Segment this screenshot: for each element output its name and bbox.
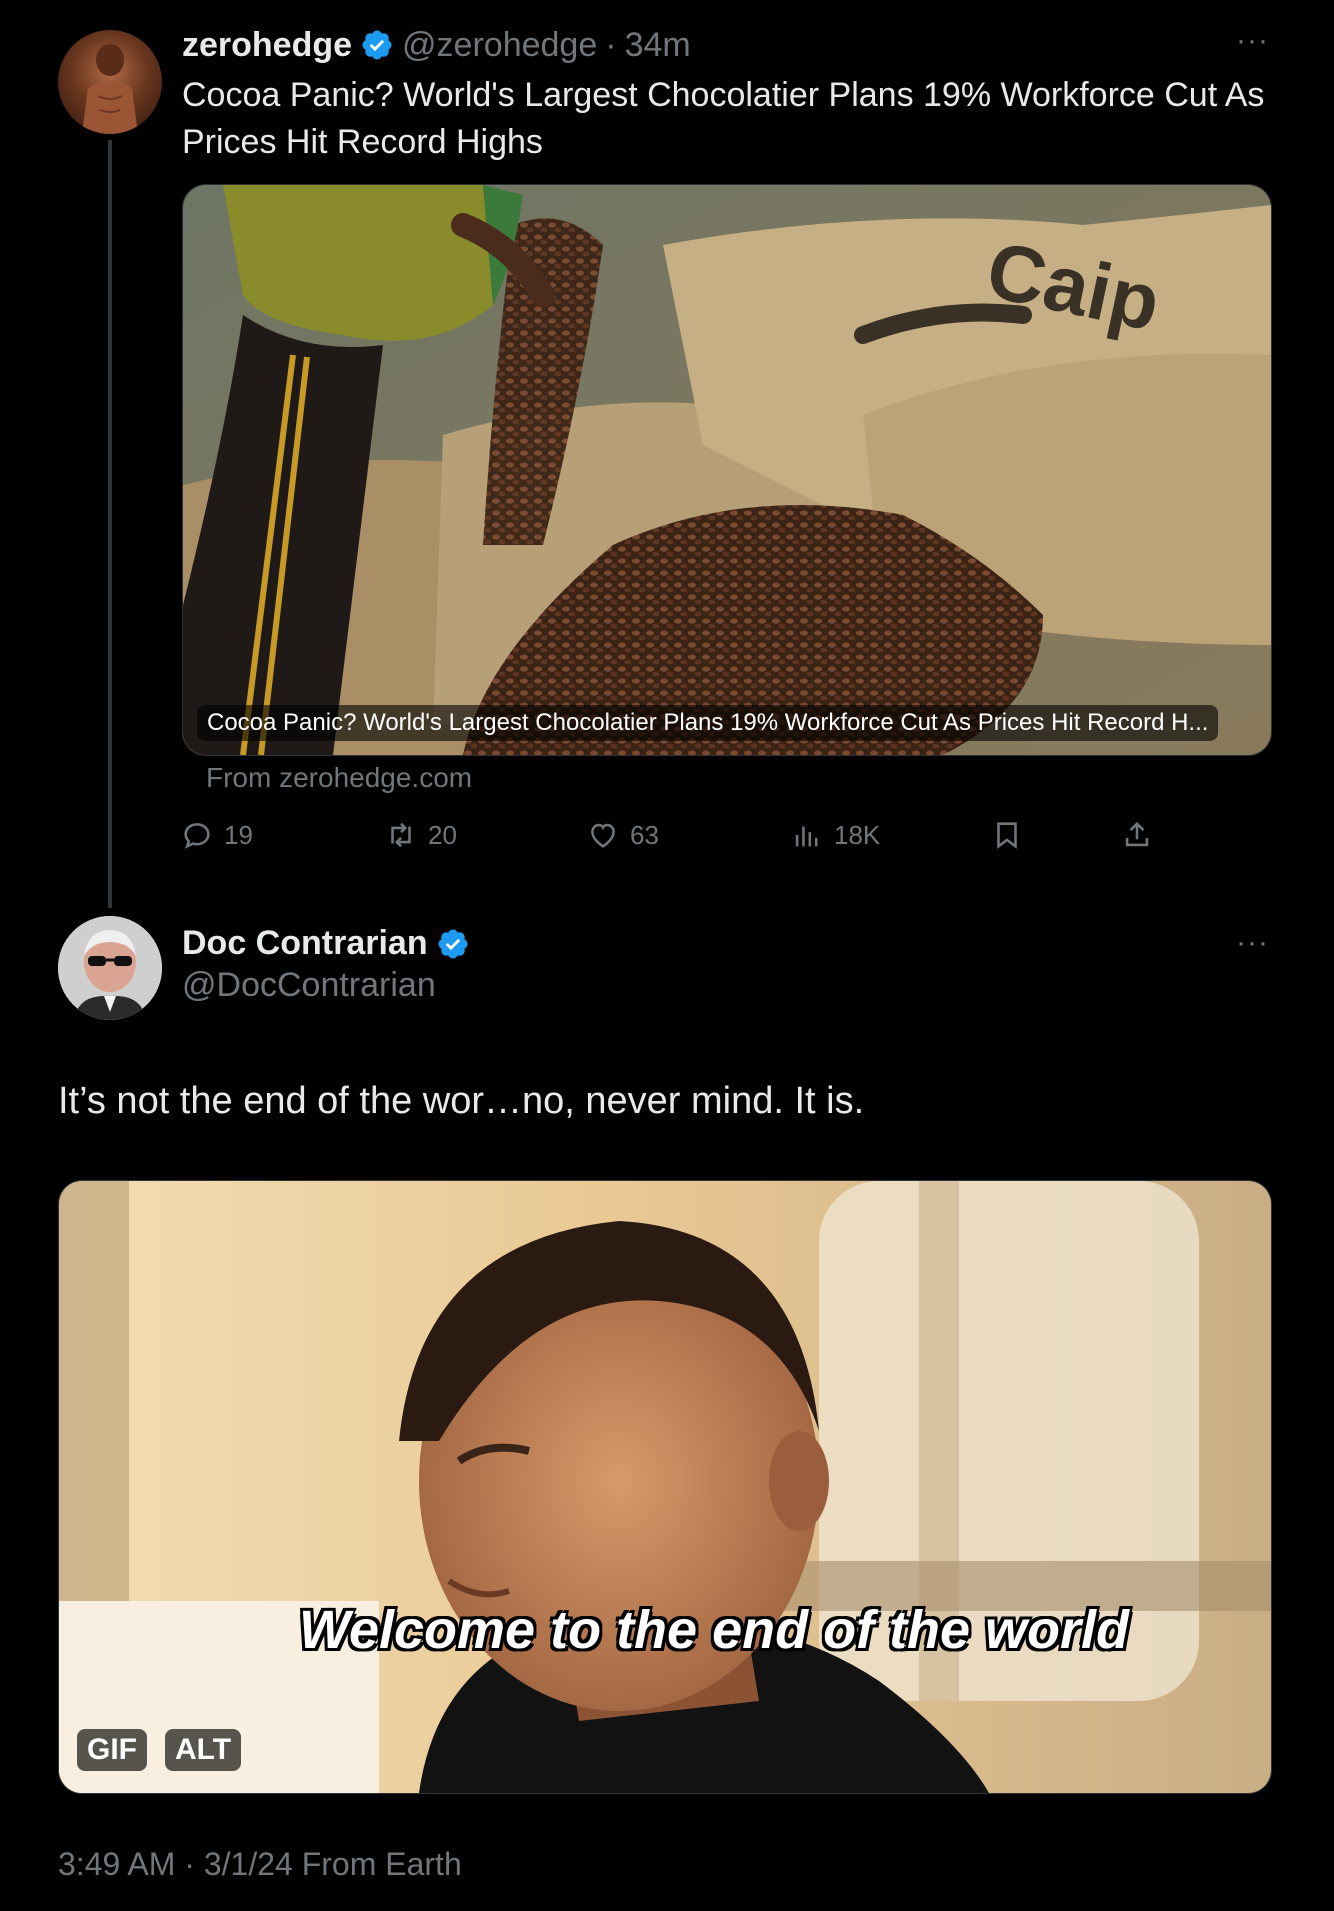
post-timestamp[interactable]: 3:49 AM · 3/1/24 From Earth: [58, 1846, 462, 1883]
retweet-count: 20: [428, 819, 457, 850]
heart-icon: [591, 823, 615, 848]
gif-frame: [59, 1181, 1271, 1793]
post-time[interactable]: 34m: [625, 26, 691, 65]
retweet-icon: [391, 822, 411, 848]
author-handle[interactable]: @zerohedge: [402, 26, 597, 65]
author-handle[interactable]: @DocContrarian: [182, 966, 436, 1005]
like-button[interactable]: 63: [586, 818, 659, 852]
separator: ·: [605, 25, 617, 64]
author-name[interactable]: zerohedge: [182, 26, 352, 65]
reply-count: 19: [224, 819, 253, 850]
reply-icon: [184, 823, 210, 849]
avatar[interactable]: [58, 916, 162, 1020]
gif-media[interactable]: Welcome to the end of the world GIF ALT: [58, 1180, 1272, 1794]
gif-caption: Welcome to the end of the world: [299, 1600, 1130, 1660]
views-button[interactable]: 18K: [790, 818, 880, 852]
avatar-image: [82, 44, 138, 134]
avatar[interactable]: [58, 30, 162, 134]
analytics-icon: [795, 826, 818, 847]
author-name[interactable]: Doc Contrarian: [182, 924, 428, 963]
tweet1-header: zerohedge @zerohedge · 34m: [182, 22, 691, 68]
card-title-overlay: Cocoa Panic? World's Largest Chocolatier…: [197, 705, 1219, 741]
more-horizontal-icon: ···: [1236, 24, 1269, 57]
card-image: Caip: [183, 185, 1271, 755]
tweet2-header: Doc Contrarian: [182, 924, 470, 963]
share-button[interactable]: [1120, 818, 1154, 852]
like-count: 63: [630, 819, 659, 850]
alt-badge[interactable]: ALT: [165, 1729, 242, 1771]
card-title: Cocoa Panic? World's Largest Chocolatier…: [207, 709, 1209, 736]
gif-badge: GIF: [77, 1729, 147, 1771]
more-options-button[interactable]: ···: [1236, 24, 1269, 58]
tweet-text: It’s not the end of the wor…no, never mi…: [58, 1080, 865, 1122]
card-source[interactable]: From zerohedge.com: [206, 762, 472, 794]
share-icon: [1125, 821, 1149, 847]
avatar-image: [58, 916, 162, 1020]
bookmark-icon: [997, 822, 1017, 849]
more-horizontal-icon: ···: [1236, 926, 1269, 959]
reply-button[interactable]: 19: [180, 818, 253, 852]
retweet-button[interactable]: 20: [384, 818, 457, 852]
tweet-text: Cocoa Panic? World's Largest Chocolatier…: [182, 76, 1265, 161]
thread-line: [108, 140, 112, 908]
views-count: 18K: [834, 819, 881, 850]
bookmark-button[interactable]: [990, 818, 1024, 852]
more-options-button[interactable]: ···: [1236, 926, 1269, 960]
verified-icon: [360, 28, 394, 62]
link-card[interactable]: Caip Cocoa Panic? World's Largest Chocol…: [182, 184, 1272, 756]
verified-icon: [436, 927, 470, 961]
